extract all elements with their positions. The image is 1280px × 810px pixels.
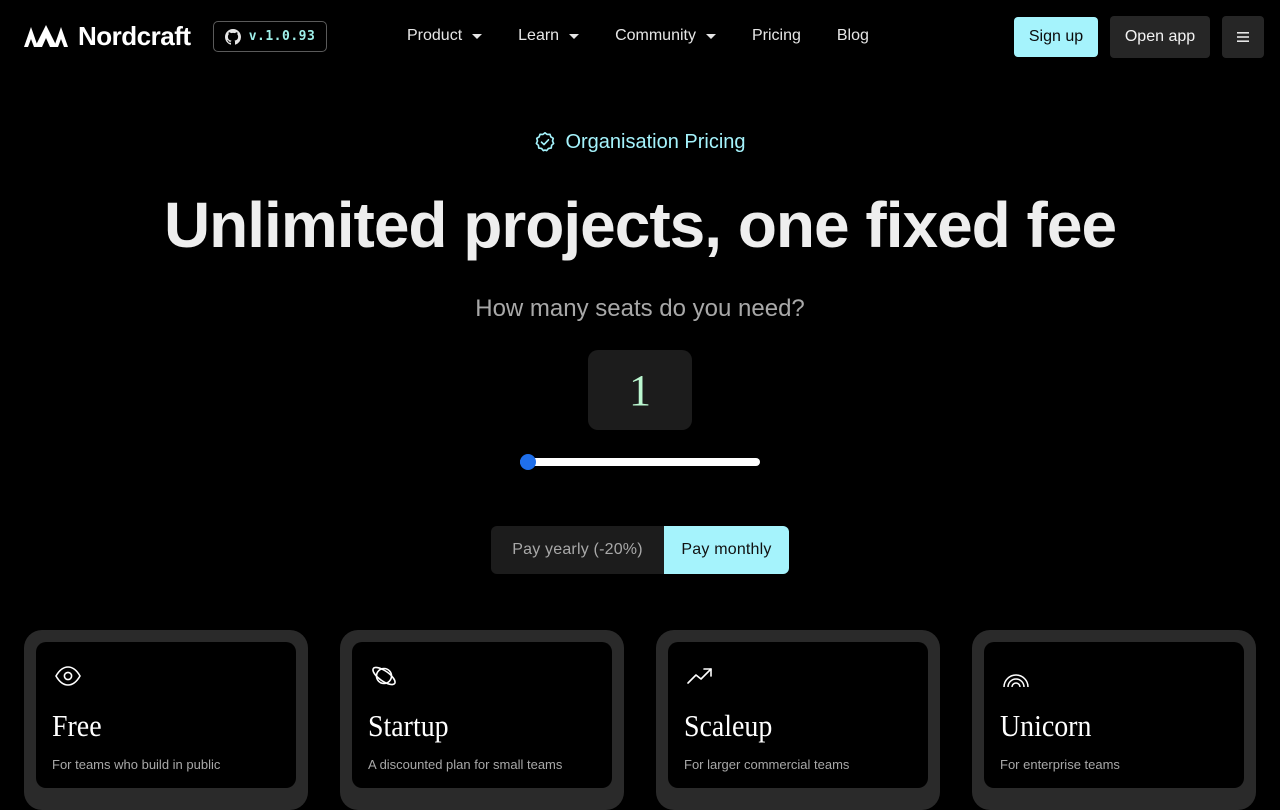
billing-toggle: Pay yearly (-20%) Pay monthly: [491, 526, 789, 574]
nav-learn[interactable]: Learn: [518, 27, 580, 45]
nav-pricing[interactable]: Pricing: [752, 27, 801, 45]
nav-pricing-label: Pricing: [751, 27, 801, 44]
slider-track: [520, 458, 760, 466]
hamburger-menu-icon: [1237, 32, 1249, 42]
open-app-button[interactable]: Open app: [1110, 16, 1210, 58]
chevron-down-icon: [472, 33, 483, 39]
page-title: Unlimited projects, one fixed fee: [163, 189, 1117, 261]
verified-badge-icon: [536, 132, 555, 152]
plan-card-inner: Scaleup For larger commercial teams: [668, 642, 928, 788]
plan-name: Startup: [368, 708, 449, 743]
plan-card-free[interactable]: Free For teams who build in public: [24, 630, 308, 810]
plan-card-inner: Unicorn For enterprise teams: [984, 642, 1244, 788]
planet-icon: [372, 666, 396, 686]
plan-card-scaleup[interactable]: Scaleup For larger commercial teams: [656, 630, 940, 810]
main-nav: Product Learn Community Pricing Blog: [407, 24, 905, 48]
seats-slider[interactable]: [520, 452, 760, 472]
plan-card-inner: Startup A discounted plan for small team…: [352, 642, 612, 788]
seat-count-display: 1: [588, 350, 692, 430]
eye-icon: [55, 666, 81, 686]
nav-blog-label: Blog: [836, 27, 869, 44]
nav-product[interactable]: Product: [407, 27, 483, 45]
top-navigation: Nordcraft v.1.0.93 Product Learn Communi…: [0, 0, 1280, 73]
mountains-logo-icon: [24, 25, 68, 47]
plan-cards: Free For teams who build in public Start…: [24, 630, 1256, 810]
github-version-badge[interactable]: v.1.0.93: [213, 21, 327, 52]
plan-description: A discounted plan for small teams: [368, 757, 563, 772]
nav-community-label: Community: [615, 27, 696, 44]
nav-blog[interactable]: Blog: [837, 27, 869, 45]
seats-question: How many seats do you need?: [475, 295, 805, 322]
pay-monthly-option[interactable]: Pay monthly: [664, 526, 789, 574]
brand-logo[interactable]: Nordcraft: [24, 20, 191, 51]
eyebrow-label: Organisation Pricing: [565, 130, 746, 153]
nav-learn-label: Learn: [518, 27, 560, 44]
plan-name: Unicorn: [1000, 708, 1092, 743]
sign-up-button[interactable]: Sign up: [1014, 17, 1098, 57]
plan-description: For teams who build in public: [52, 757, 221, 772]
trending-up-icon: [687, 668, 712, 684]
nav-product-label: Product: [407, 27, 463, 44]
brand-name: Nordcraft: [78, 20, 191, 51]
plan-name: Free: [52, 708, 102, 743]
rainbow-icon: [1003, 674, 1029, 688]
version-label: v.1.0.93: [248, 29, 316, 44]
plan-description: For larger commercial teams: [684, 757, 850, 772]
pay-yearly-option[interactable]: Pay yearly (-20%): [491, 526, 664, 574]
plan-card-startup[interactable]: Startup A discounted plan for small team…: [340, 630, 624, 810]
plan-card-unicorn[interactable]: Unicorn For enterprise teams: [972, 630, 1256, 810]
menu-button[interactable]: [1222, 16, 1264, 58]
chevron-down-icon: [569, 33, 580, 39]
plan-card-inner: Free For teams who build in public: [36, 642, 296, 788]
slider-thumb[interactable]: [520, 454, 536, 470]
github-icon: [224, 28, 241, 45]
plan-description: For enterprise teams: [1000, 757, 1120, 772]
nav-community[interactable]: Community: [615, 27, 716, 45]
chevron-down-icon: [705, 33, 716, 39]
pricing-eyebrow: Organisation Pricing: [0, 128, 1280, 156]
plan-name: Scaleup: [684, 708, 773, 743]
